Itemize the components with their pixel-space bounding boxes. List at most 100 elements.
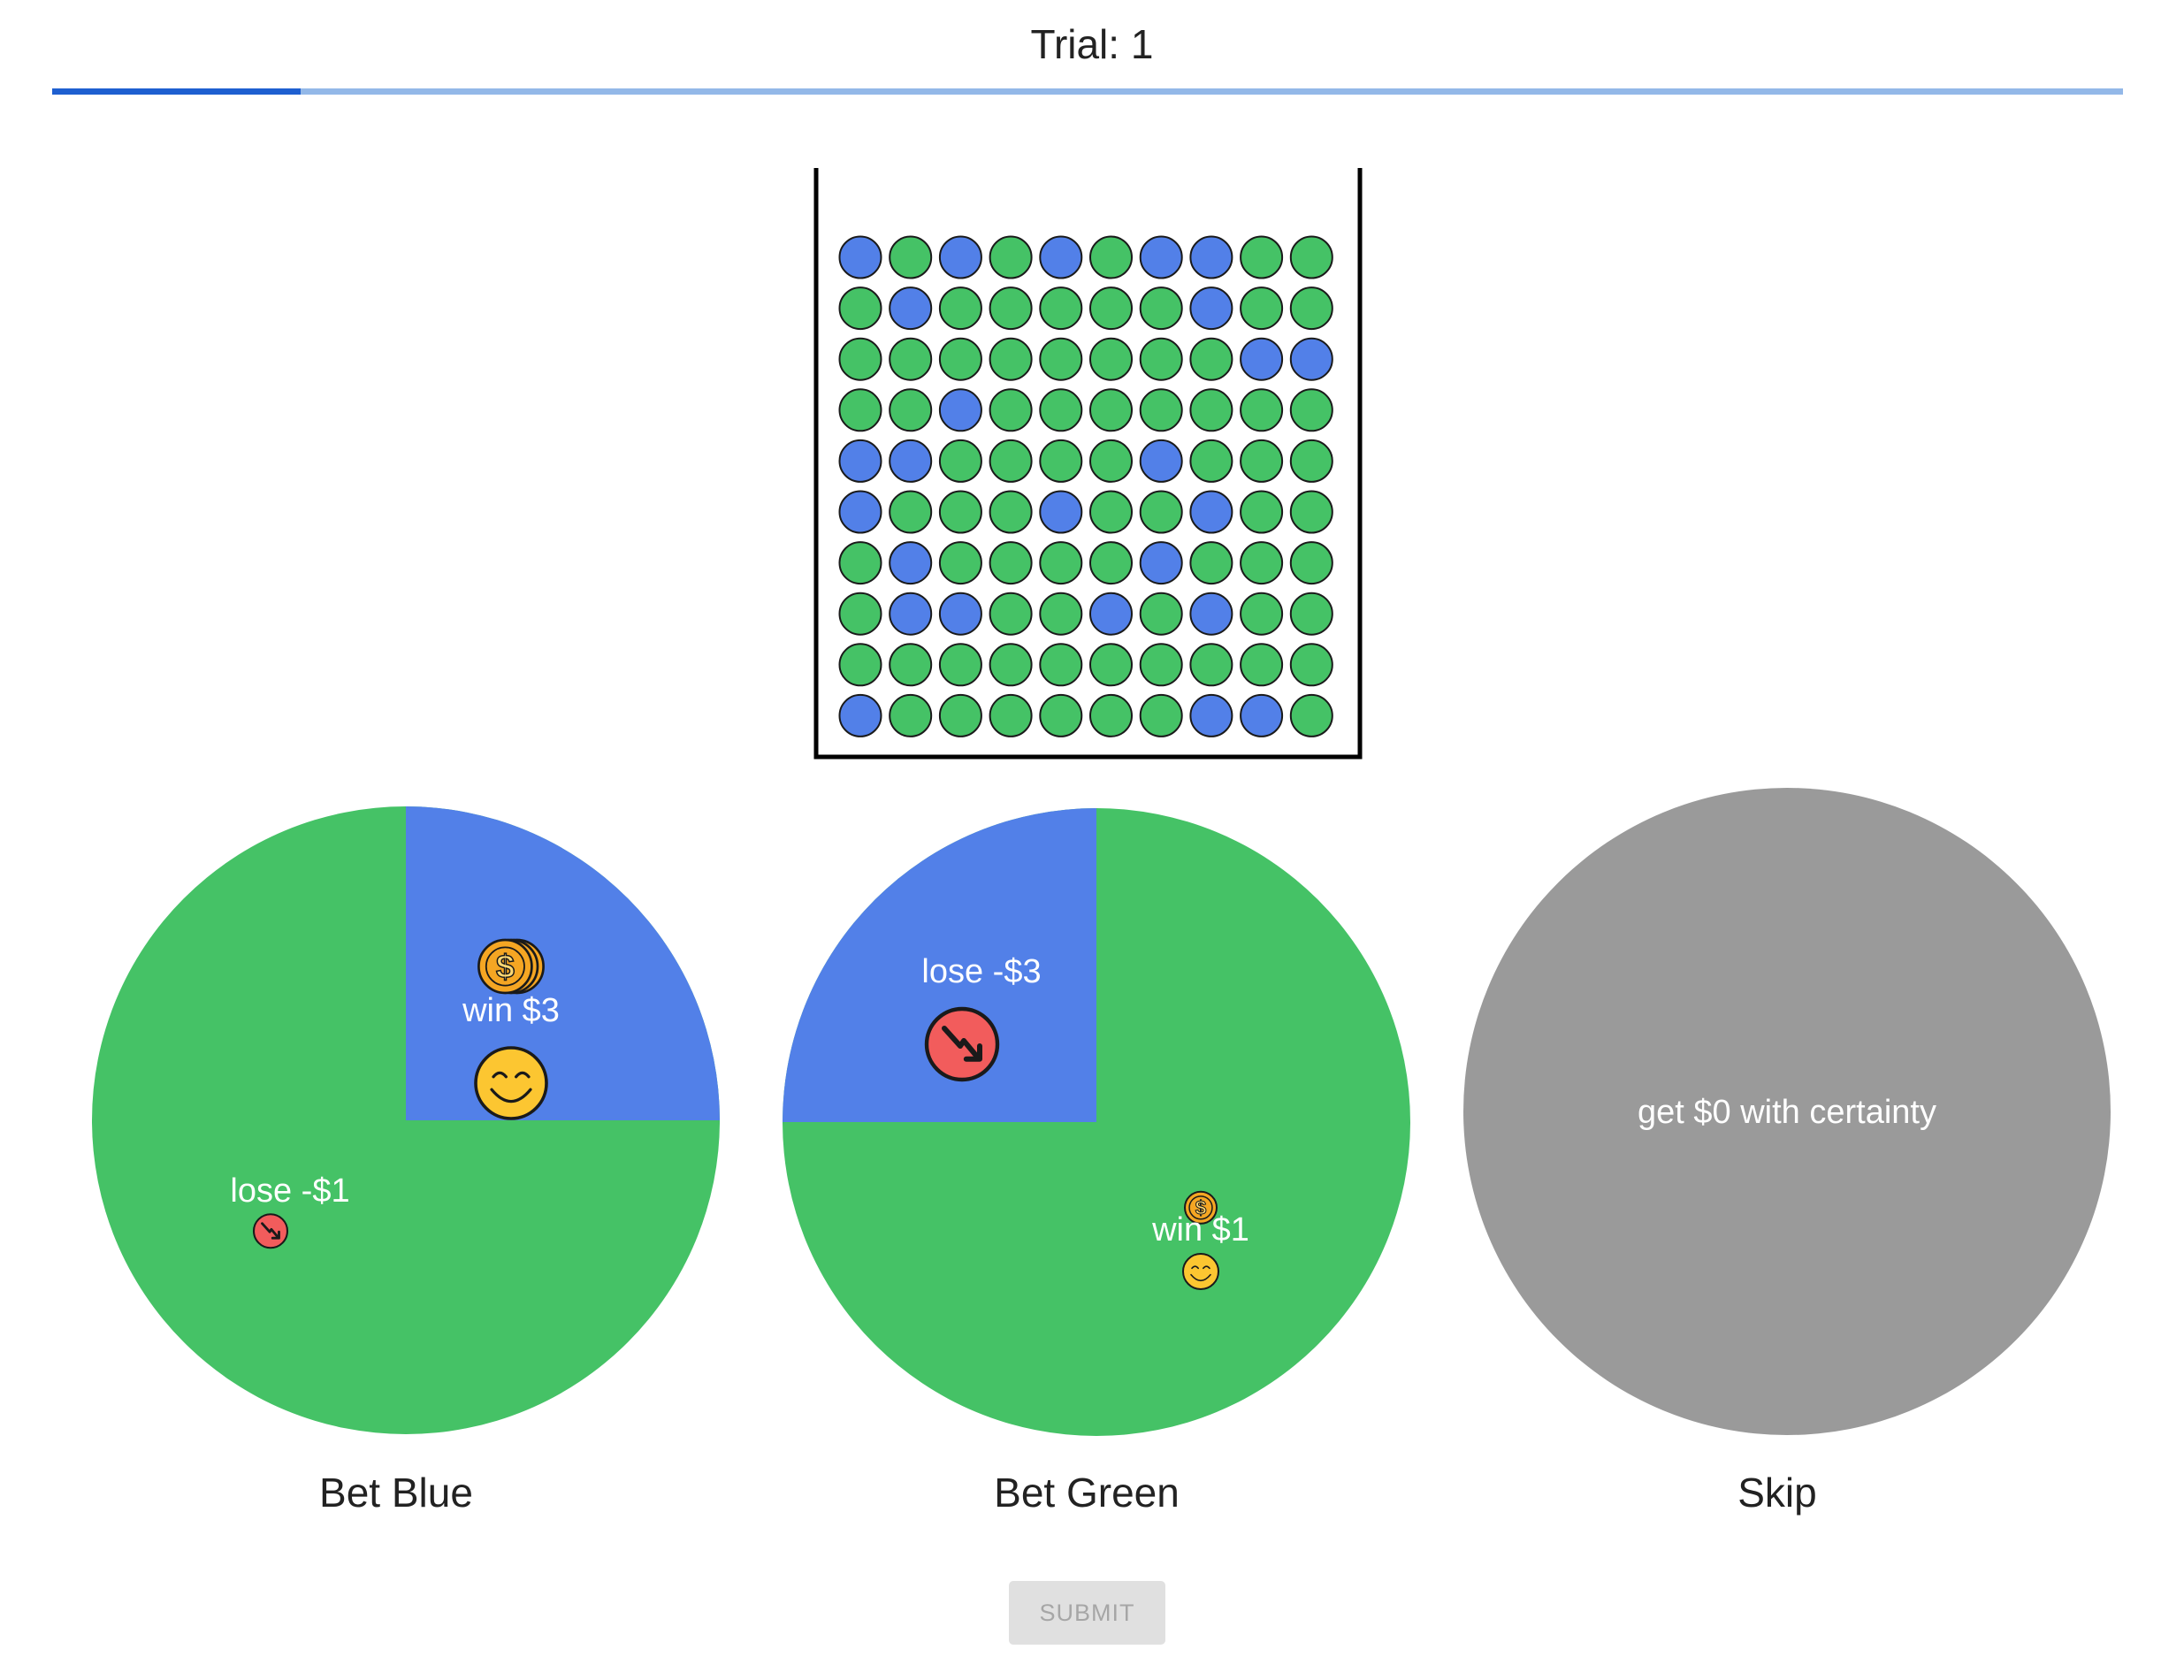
green-ball <box>989 439 1033 483</box>
green-ball <box>938 490 982 534</box>
green-ball <box>938 541 982 585</box>
outcome-label: win $1 <box>1151 1211 1249 1249</box>
green-ball <box>1089 541 1133 585</box>
green-ball <box>1089 235 1133 279</box>
bet-green-label[interactable]: Bet Green <box>821 1468 1352 1517</box>
bet-blue-wheel[interactable]: $$$win $3 lose -$1 <box>92 806 720 1434</box>
green-ball <box>1289 490 1333 534</box>
green-ball <box>1039 286 1083 331</box>
blue-ball <box>1240 693 1284 737</box>
blue-ball <box>889 592 933 636</box>
green-ball <box>1289 541 1333 585</box>
blue-ball <box>938 235 982 279</box>
green-ball <box>1139 337 1183 381</box>
green-ball <box>1240 490 1284 534</box>
green-ball <box>1089 337 1133 381</box>
green-ball <box>1240 388 1284 432</box>
green-ball <box>1139 388 1183 432</box>
smiley-face-icon <box>474 1046 548 1120</box>
green-ball <box>889 643 933 687</box>
green-ball <box>989 337 1033 381</box>
blue-ball <box>1139 235 1183 279</box>
blue-ball <box>1139 439 1183 483</box>
green-ball <box>989 592 1033 636</box>
bet-green-wheel[interactable]: lose -$3$win $1 <box>783 808 1410 1436</box>
green-ball <box>989 643 1033 687</box>
blue-ball <box>938 388 982 432</box>
smiley-face <box>474 1046 548 1120</box>
green-ball <box>1189 643 1233 687</box>
green-ball <box>889 337 933 381</box>
green-ball <box>1089 490 1133 534</box>
green-ball <box>1240 286 1284 331</box>
blue-ball <box>1089 592 1133 636</box>
green-ball <box>1240 439 1284 483</box>
green-ball <box>1039 643 1083 687</box>
green-ball <box>938 439 982 483</box>
green-ball <box>889 235 933 279</box>
blue-ball <box>938 592 982 636</box>
green-ball <box>1089 643 1133 687</box>
urn-balls <box>838 235 1333 737</box>
blue-ball <box>1189 693 1233 737</box>
green-ball <box>1189 439 1233 483</box>
blue-ball <box>889 439 933 483</box>
outcome-label: lose -$3 <box>921 953 1041 990</box>
green-ball <box>1039 592 1083 636</box>
green-ball <box>1189 541 1233 585</box>
green-ball <box>1289 235 1333 279</box>
green-ball <box>1289 693 1333 737</box>
green-ball <box>1139 490 1183 534</box>
green-ball <box>989 693 1033 737</box>
smiley-face <box>1182 1253 1219 1290</box>
urn <box>813 168 1363 760</box>
blue-slice <box>406 806 720 1120</box>
blue-ball <box>1189 235 1233 279</box>
green-ball <box>1189 388 1233 432</box>
green-ball <box>889 693 933 737</box>
green-ball <box>1139 643 1183 687</box>
blue-ball <box>838 490 882 534</box>
green-ball <box>1089 439 1133 483</box>
green-ball <box>1139 693 1183 737</box>
blue-ball <box>838 235 882 279</box>
skip-label[interactable]: Skip <box>1512 1468 2043 1517</box>
green-ball <box>1039 693 1083 737</box>
blue-ball <box>1240 337 1284 381</box>
green-ball <box>1039 388 1083 432</box>
green-ball <box>938 337 982 381</box>
green-ball <box>1139 592 1183 636</box>
coin-icon: $ <box>477 938 533 995</box>
green-ball <box>838 592 882 636</box>
skip-wheel[interactable]: get $0 with certainty <box>1463 788 2111 1435</box>
green-ball <box>938 693 982 737</box>
green-ball <box>1289 643 1333 687</box>
blue-ball <box>1189 490 1233 534</box>
green-ball <box>1039 541 1083 585</box>
blue-ball <box>838 439 882 483</box>
blue-ball <box>1189 592 1233 636</box>
submit-button[interactable]: SUBMIT <box>1009 1581 1165 1645</box>
green-ball <box>1240 541 1284 585</box>
blue-ball <box>1039 235 1083 279</box>
green-ball <box>1189 337 1233 381</box>
green-ball <box>1089 388 1133 432</box>
coin-stack-icon: $$$ <box>477 938 545 995</box>
green-ball <box>1089 286 1133 331</box>
green-ball <box>989 490 1033 534</box>
green-ball <box>1039 439 1083 483</box>
bet-blue-label[interactable]: Bet Blue <box>131 1468 661 1517</box>
smiley-face-icon <box>1182 1253 1219 1290</box>
blue-ball <box>889 286 933 331</box>
green-ball <box>838 337 882 381</box>
blue-ball <box>1039 490 1083 534</box>
green-ball <box>1240 592 1284 636</box>
green-ball <box>838 286 882 331</box>
sure-outcome-label: get $0 with certainty <box>1638 1094 1936 1131</box>
outcome-label: lose -$1 <box>230 1172 349 1210</box>
green-ball <box>1289 286 1333 331</box>
green-ball <box>1289 592 1333 636</box>
trend-down-icon <box>924 1006 1000 1082</box>
blue-ball <box>1289 337 1333 381</box>
green-ball <box>989 235 1033 279</box>
